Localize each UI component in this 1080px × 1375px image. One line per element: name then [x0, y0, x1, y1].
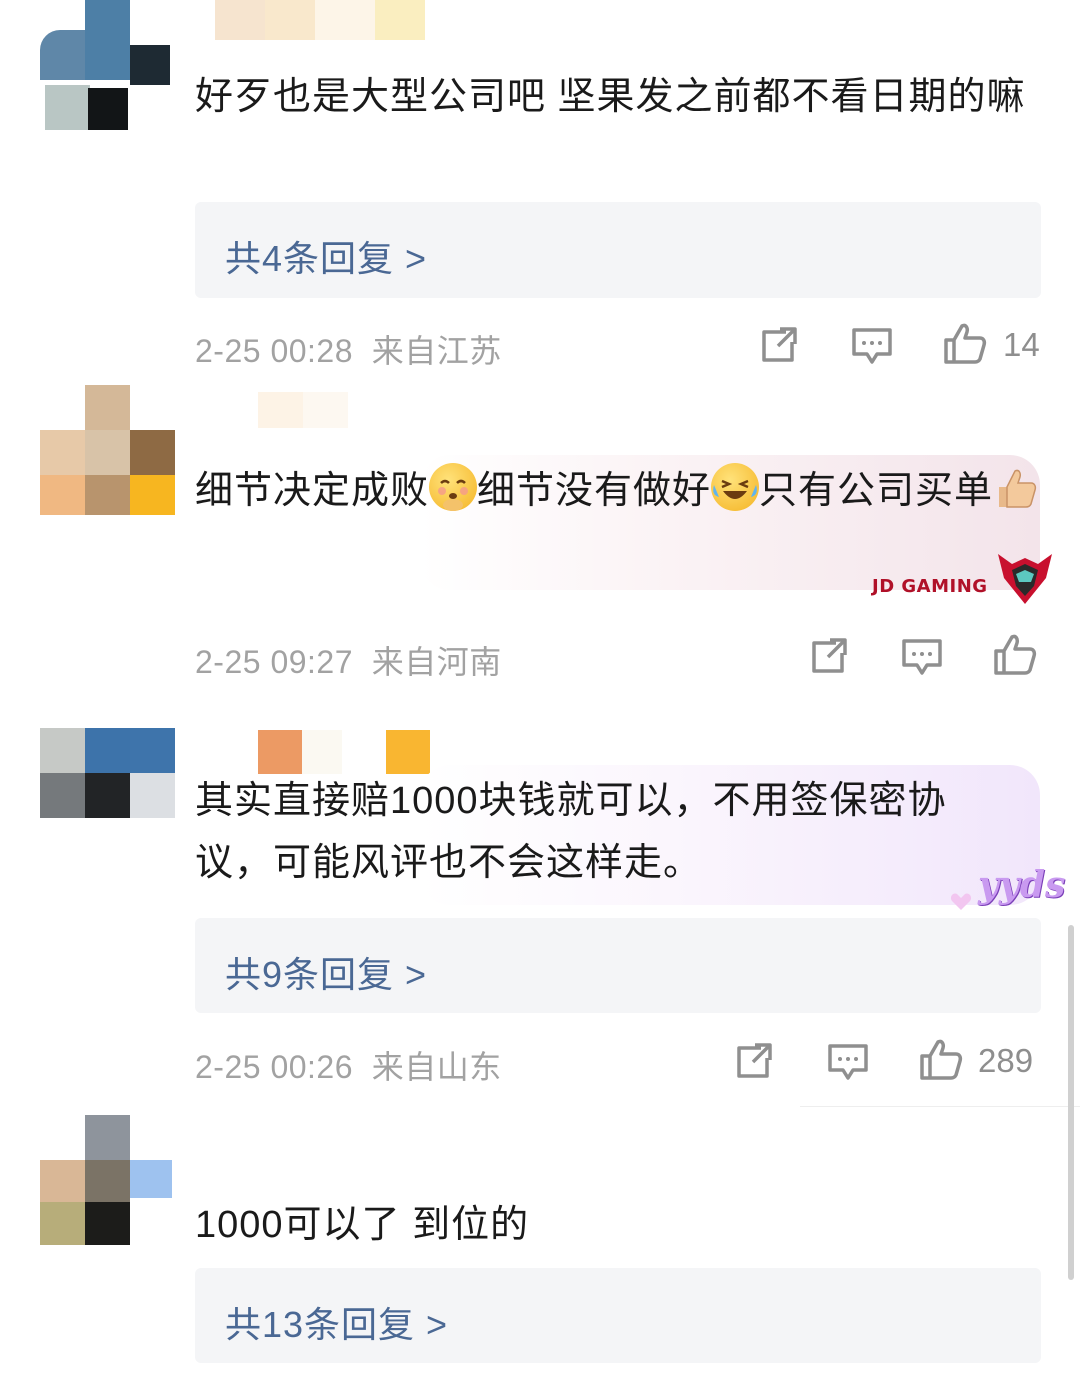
comment-text-part: 细节没有做好	[477, 470, 712, 512]
comment-text-part: 细节决定成败	[195, 470, 430, 512]
thumbs-up-icon[interactable]	[992, 631, 1038, 677]
replies-label[interactable]: 共13条回复 >	[225, 1296, 448, 1348]
comment-icon[interactable]	[826, 1042, 870, 1082]
comment-meta: 2-25 00:28 来自江苏	[195, 326, 502, 372]
avatar[interactable]	[40, 385, 175, 520]
like-count: 14	[1003, 326, 1040, 363]
replies-link[interactable]: 共13条回复 >	[195, 1268, 1041, 1363]
jd-gaming-badge: JD GAMING	[872, 548, 1062, 608]
share-icon[interactable]	[733, 1040, 775, 1082]
heart-icon	[950, 893, 972, 910]
crying-laughing-face-emoji	[711, 463, 760, 511]
comment-location: 来自江苏	[371, 333, 502, 369]
avatar[interactable]	[40, 1115, 175, 1245]
comment-meta: 2-25 09:27 来自河南	[195, 637, 502, 683]
blushing-face-emoji	[429, 463, 478, 511]
replies-link[interactable]: 共9条回复 >	[195, 918, 1041, 1013]
share-icon[interactable]	[808, 635, 850, 677]
username-redacted	[258, 730, 438, 775]
comment-location: 来自河南	[371, 644, 502, 680]
comment-icon[interactable]	[850, 326, 894, 366]
avatar[interactable]	[40, 728, 175, 818]
divider	[800, 1106, 1080, 1107]
comment-text: 细节决定成败 细节没有做好 只有公司买单	[195, 460, 1045, 522]
comment-time: 2-25 00:26	[195, 1049, 354, 1085]
comment-meta: 2-25 00:26 来自山东	[195, 1042, 502, 1088]
thumbs-up-icon[interactable]	[918, 1036, 964, 1082]
comment-icon[interactable]	[900, 637, 944, 677]
replies-link[interactable]: 共4条回复 >	[195, 202, 1041, 298]
replies-label[interactable]: 共9条回复 >	[225, 946, 427, 998]
share-icon[interactable]	[758, 324, 800, 366]
comment-time: 2-25 00:28	[195, 333, 354, 369]
username-redacted	[215, 0, 435, 45]
comment-time: 2-25 09:27	[195, 644, 354, 680]
yyds-badge: yyds	[950, 860, 1065, 920]
jd-gaming-logo-icon	[998, 554, 1052, 604]
thumbs-up-emoji	[993, 465, 1039, 511]
comment-text-part: 只有公司买单	[759, 470, 994, 512]
avatar[interactable]	[40, 0, 175, 130]
badge-label: yyds	[978, 864, 1066, 906]
comment-location: 来自山东	[371, 1049, 502, 1085]
replies-label[interactable]: 共4条回复 >	[225, 230, 427, 282]
badge-label: JD GAMING	[872, 576, 988, 597]
comment-text: 1000可以了 到位的	[195, 1204, 530, 1246]
scrollbar[interactable]	[1068, 925, 1074, 1280]
comment-text: 其实直接赔1000块钱就可以，不用签保密协议，可能风评也不会这样走。	[195, 780, 947, 884]
comment-text: 好歹也是大型公司吧 坚果发之前都不看日期的嘛	[195, 76, 1026, 118]
thumbs-up-icon[interactable]	[942, 320, 988, 366]
username-redacted	[258, 392, 348, 432]
like-count: 289	[978, 1042, 1034, 1079]
